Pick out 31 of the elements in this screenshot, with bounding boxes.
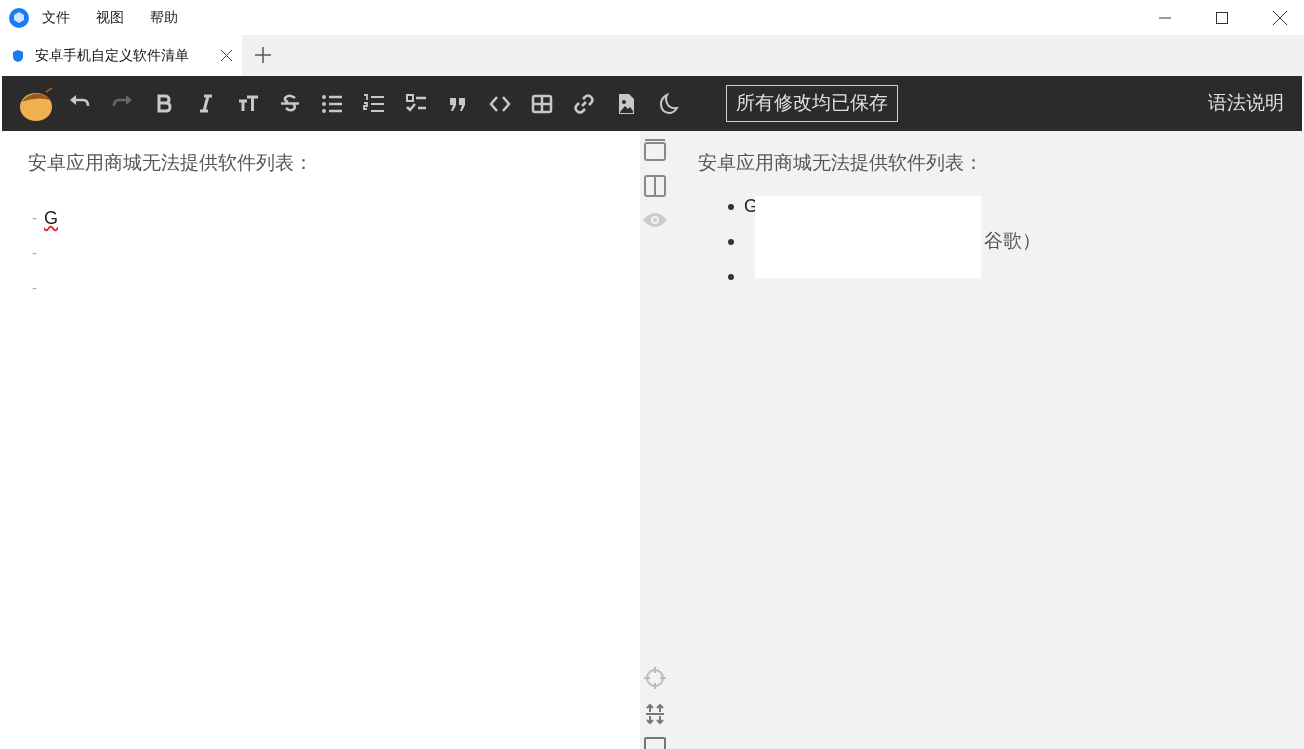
add-icon[interactable]	[255, 47, 271, 63]
maximize-icon[interactable]	[1216, 11, 1228, 24]
close-icon[interactable]	[221, 50, 232, 61]
preview-heading: 安卓应用商城无法提供软件列表：	[698, 151, 984, 173]
save-status: 所有修改均已保存	[726, 85, 898, 122]
list-marker: -	[32, 278, 37, 299]
numbered-list-icon[interactable]	[362, 92, 386, 115]
menu-item[interactable]: 文件	[42, 7, 70, 28]
bullet-icon	[728, 238, 734, 245]
bullet-icon	[728, 203, 734, 210]
menu-item[interactable]: 帮助	[150, 7, 178, 28]
bulleted-list-icon[interactable]	[320, 92, 344, 115]
shield-icon	[11, 48, 25, 63]
link-icon[interactable]	[572, 92, 596, 115]
tab-title: 安卓手机自定义软件清单	[35, 46, 189, 65]
list-item-text: G	[44, 207, 58, 230]
list-item-text: 谷歌）	[984, 229, 1041, 254]
split-view-icon[interactable]	[644, 175, 666, 197]
table-icon[interactable]	[530, 92, 554, 115]
app-logo-icon	[9, 7, 29, 28]
bullet-icon	[728, 273, 734, 280]
menu-item[interactable]: 视图	[96, 7, 124, 28]
strikethrough-icon[interactable]	[278, 92, 302, 115]
layout-icon[interactable]	[644, 139, 666, 161]
list-marker: -	[32, 243, 37, 264]
list-marker: -	[32, 208, 37, 229]
sync-scroll-icon[interactable]	[645, 703, 665, 725]
syntax-help-link[interactable]: 语法说明	[1208, 89, 1284, 118]
editor-heading: 安卓应用商城无法提供软件列表：	[28, 151, 314, 173]
close-icon[interactable]	[1273, 10, 1287, 25]
document-tab[interactable]: 安卓手机自定义软件清单	[0, 35, 242, 76]
